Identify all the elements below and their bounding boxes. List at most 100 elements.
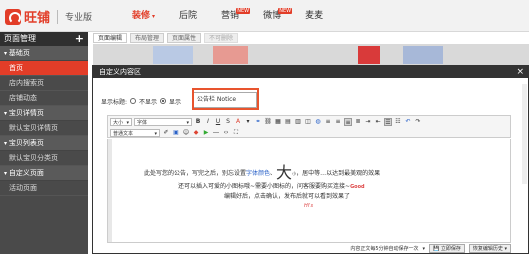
content-text: 编辑好后，点击确认，发布后就可以看到效果了	[224, 193, 351, 200]
nav-label: 麦麦	[305, 11, 324, 21]
autosave-note: 内容正文每5分钟自动保存一次	[350, 246, 419, 252]
chevron-down-icon: ▾	[126, 120, 129, 126]
nav-item-marketing[interactable]: 营销 NEW	[209, 0, 251, 32]
indent-icon[interactable]: ⇥	[364, 118, 372, 126]
custom-content-dialog: 自定义内容区 × 显示标题: 不显示 显示 公告栏 Notice 大小 ▾ 字体 ▾…	[92, 65, 529, 254]
tab-page-properties[interactable]: 页面属性	[167, 33, 202, 43]
restore-history-button[interactable]: 恢复编辑历史 ▾	[468, 244, 511, 253]
close-icon[interactable]: ×	[516, 66, 524, 78]
format-value: 普通文本	[113, 131, 134, 137]
editor-content[interactable]: 此处写您的公告，写完之后，别忘设置字体颜色、大小，居中等…以达到最美观的效果 还…	[107, 139, 511, 243]
fullscreen-icon[interactable]: ⛶	[232, 129, 240, 137]
dialog-title-bar: 自定义内容区 ×	[93, 66, 528, 78]
sidebar-group-basic[interactable]: 基础页	[0, 46, 88, 61]
nav-item-decorate[interactable]: 装修 ▾	[120, 0, 167, 32]
sidebar-group-detail[interactable]: 宝贝详情页	[0, 106, 88, 121]
tab-undeletable: 不可删除	[204, 33, 239, 43]
emoticon-icon[interactable]: ☺	[182, 129, 190, 137]
logo-icon	[5, 8, 21, 25]
media-icon[interactable]: ▶	[202, 129, 210, 137]
chevron-down-icon: ▾	[152, 13, 156, 20]
save-now-button[interactable]: 💾 立即保存	[429, 244, 465, 253]
restore-history-label: 恢复编辑历史	[472, 246, 503, 252]
tab-layout[interactable]: 布局管理	[130, 33, 165, 43]
align-justify-icon[interactable]: ≣	[354, 118, 362, 126]
good-sticker-icon: Good	[350, 184, 365, 190]
nav-item-weibo[interactable]: 微博 NEW	[251, 0, 293, 32]
font-family-select[interactable]: 字体 ▾	[134, 118, 192, 126]
sidebar-item-home[interactable]: 首页	[0, 61, 88, 76]
title-display-row: 显示标题: 不显示 显示	[101, 95, 181, 107]
content-text-big: 大	[276, 163, 293, 182]
redo-icon[interactable]: ↷	[414, 118, 422, 126]
hi-sticker-icon: Hi's	[304, 203, 314, 209]
italic-icon[interactable]: I	[204, 118, 212, 126]
sidebar-item-dynamics[interactable]: 店铺动态	[0, 91, 88, 106]
sidebar-group-list[interactable]: 宝贝列表页	[0, 136, 88, 151]
font-family-value: 字体	[137, 120, 148, 126]
editor-toolbar: 大小 ▾ 字体 ▾ B I U S A ▾ ⚭ ⛓ ▦ ▤ ▥ ◫ ◍ ≡ ≡ ≡ …	[107, 115, 511, 138]
sidebar-item-default-category[interactable]: 默认宝贝分类页	[0, 151, 88, 166]
eraser-icon[interactable]: ✐	[162, 129, 170, 137]
tab-page-edit[interactable]: 页面编辑	[93, 33, 128, 43]
hr-icon[interactable]: ―	[212, 129, 220, 137]
source-code-icon[interactable]: ‹›	[222, 129, 230, 137]
sidebar-title: 页面管理	[4, 34, 36, 43]
logo[interactable]: 旺铺 专业版	[5, 7, 92, 26]
table-icon[interactable]: ▦	[274, 118, 282, 126]
format-select[interactable]: 普通文本 ▾	[110, 129, 160, 137]
new-badge: NEW	[278, 8, 293, 14]
align-right-icon[interactable]: ≡	[344, 118, 352, 126]
sidebar-group-custom[interactable]: 自定义页面	[0, 166, 88, 181]
underline-icon[interactable]: U	[214, 118, 222, 126]
nav-item-maimai[interactable]: 麦麦	[293, 0, 335, 32]
nav-item-backyard[interactable]: 后院	[167, 0, 209, 32]
sidebar: 页面管理 + 基础页 首页 店内搜索页 店铺动态 宝贝详情页 默认宝贝详情页 宝…	[0, 32, 88, 254]
sidebar-item-activity[interactable]: 活动页面	[0, 181, 88, 196]
sidebar-item-search[interactable]: 店内搜索页	[0, 76, 88, 91]
title-label: 显示标题:	[101, 98, 128, 106]
font-size-select[interactable]: 大小 ▾	[110, 118, 132, 126]
add-page-button[interactable]: +	[75, 32, 84, 46]
edition-label: 专业版	[65, 13, 93, 23]
sidebar-item-default-detail[interactable]: 默认宝贝详情页	[0, 121, 88, 136]
save-now-label: 立即保存	[440, 246, 461, 252]
preview-banner	[358, 46, 380, 64]
align-center-icon[interactable]: ≡	[334, 118, 342, 126]
merge-cells-icon[interactable]: ◫	[304, 118, 312, 126]
globe-icon[interactable]: ◍	[314, 118, 322, 126]
font-color-icon[interactable]: A	[234, 118, 242, 126]
flash-icon[interactable]: ◆	[192, 129, 200, 137]
unlink-icon[interactable]: ⛓	[264, 118, 272, 126]
page-preview-strip	[93, 44, 529, 66]
chevron-down-icon: ▾	[154, 131, 157, 137]
preview-banner	[213, 46, 248, 64]
radio-hide[interactable]	[130, 98, 137, 104]
insert-row-icon[interactable]: ▤	[284, 118, 292, 126]
content-text-colored: 字体颜色	[246, 170, 271, 177]
radio-show[interactable]	[160, 98, 167, 104]
preview-banner	[153, 46, 193, 64]
chevron-down-icon: ▾	[186, 120, 189, 126]
editor-left-gutter	[108, 139, 112, 242]
image-icon[interactable]: ▣	[172, 129, 180, 137]
outdent-icon[interactable]: ⇤	[374, 118, 382, 126]
scrollbar[interactable]	[522, 84, 527, 184]
preview-banner	[403, 46, 443, 64]
align-left-icon[interactable]: ≡	[324, 118, 332, 126]
toolbar-row-1: 大小 ▾ 字体 ▾ B I U S A ▾ ⚭ ⛓ ▦ ▤ ▥ ◫ ◍ ≡ ≡ ≡ …	[110, 117, 422, 127]
radio-show-label: 显示	[169, 98, 182, 106]
new-badge: NEW	[236, 8, 251, 14]
logo-text: 旺铺	[24, 11, 51, 26]
align-full-icon[interactable]: ☰	[384, 118, 392, 126]
link-icon[interactable]: ⚭	[254, 118, 262, 126]
strikethrough-icon[interactable]: S	[224, 118, 232, 126]
highlight-color-icon[interactable]: ▾	[244, 118, 252, 126]
insert-column-icon[interactable]: ▥	[294, 118, 302, 126]
bold-icon[interactable]: B	[194, 118, 202, 126]
list-icon[interactable]: ☷	[394, 118, 402, 126]
content-line-3: 编辑好后，点击确认，发布后就可以看到效果了	[224, 191, 350, 200]
undo-icon[interactable]: ↶	[404, 118, 412, 126]
top-bar: 旺铺 专业版 装修 ▾ 后院 营销 NEW 微博 NEW 麦麦	[0, 0, 529, 32]
content-text: ，居中等…以达到最美观的效果	[296, 170, 381, 177]
